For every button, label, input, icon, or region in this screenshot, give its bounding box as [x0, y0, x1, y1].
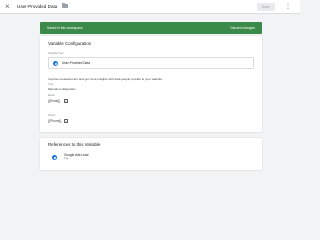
variable-type-selector[interactable]: User-Provided Data [48, 57, 254, 69]
more-vert-icon[interactable]: ⋮ [285, 2, 291, 12]
save-button[interactable]: Save [257, 3, 275, 11]
banner-text: Saved in this workspace [47, 26, 83, 30]
section-heading: Variable Configuration [48, 41, 92, 46]
variable-picker-icon[interactable]: + [64, 99, 68, 103]
tag-icon [52, 155, 57, 160]
description-text: Improve measurement and get more insight… [48, 77, 163, 81]
discard-changes-link[interactable]: Discard changes [230, 24, 255, 32]
references-heading: References to this Variable [48, 142, 101, 147]
variable-type-label: Variable Type [48, 52, 64, 55]
email-field[interactable]: {{Email}} [48, 99, 60, 103]
email-label: Email [48, 94, 55, 97]
variable-picker-icon[interactable]: + [64, 119, 68, 123]
folder-icon[interactable] [62, 3, 68, 8]
close-icon[interactable]: × [5, 2, 10, 12]
type-value: Manual configuration [48, 87, 76, 91]
variable-configuration-card: Variable Configuration Variable Type Use… [40, 36, 262, 132]
phone-label: Phone [48, 114, 56, 117]
app-header: × User-Provided Data Save ⋮ [0, 0, 300, 14]
references-card: References to this Variable Google Ads L… [40, 138, 262, 170]
page-title: User-Provided Data [17, 4, 58, 9]
saved-banner: Saved in this workspace Discard changes [40, 22, 262, 34]
reference-type: Tag [64, 157, 69, 160]
variable-type-value: User-Provided Data [62, 61, 90, 65]
variable-type-icon [53, 61, 58, 66]
phone-field[interactable]: {{Phone}} [48, 119, 61, 123]
